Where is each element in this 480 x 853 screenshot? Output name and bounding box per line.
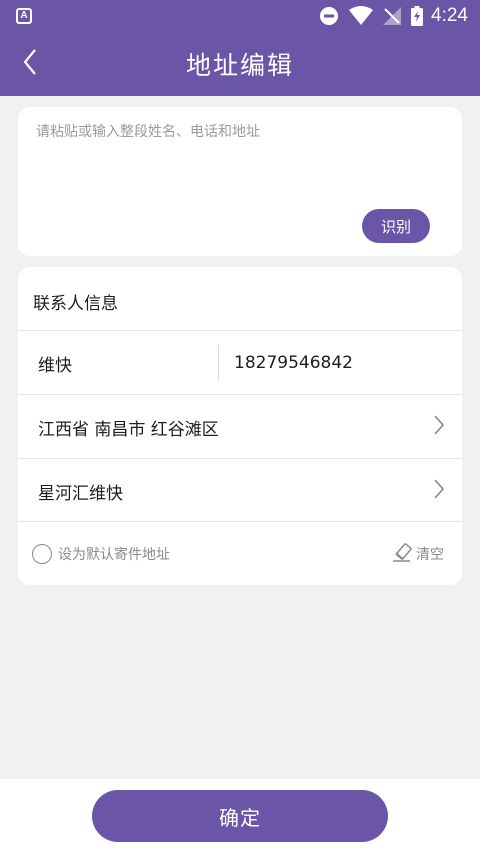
do-not-disturb-icon <box>319 6 339 26</box>
smart-paste-card: 识别 <box>18 107 462 256</box>
clear-button[interactable]: 清空 <box>392 541 444 567</box>
title-bar: 地址编辑 <box>0 32 480 96</box>
chevron-right-icon <box>434 479 445 503</box>
divider <box>18 330 462 331</box>
app-a-icon: A <box>16 8 32 24</box>
app-header: A 4:24 地址编辑 <box>0 0 480 96</box>
status-icons: 4:24 <box>309 4 468 28</box>
contact-info-card: 联系人信息 江西省 南昌市 红谷滩区 星河汇维快 设为默认寄件地址 <box>18 267 462 585</box>
bottom-action-bar: 确定 <box>0 779 480 853</box>
status-bar: A 4:24 <box>0 0 480 32</box>
region-value: 江西省 南昌市 红谷滩区 <box>38 420 219 440</box>
clear-label: 清空 <box>416 547 444 563</box>
default-address-label: 设为默认寄件地址 <box>58 547 170 563</box>
wifi-icon <box>349 6 374 26</box>
region-selector[interactable]: 江西省 南昌市 红谷滩区 <box>18 395 462 457</box>
eraser-icon <box>392 542 412 566</box>
name-field[interactable] <box>38 349 208 377</box>
recognize-button[interactable]: 识别 <box>362 209 430 243</box>
detail-address-row[interactable]: 星河汇维快 <box>18 459 462 521</box>
chevron-right-icon <box>434 415 445 439</box>
confirm-button[interactable]: 确定 <box>92 790 388 842</box>
detail-address-value: 星河汇维快 <box>38 484 123 504</box>
default-address-radio[interactable] <box>32 544 52 564</box>
page-title: 地址编辑 <box>185 51 294 80</box>
section-title: 联系人信息 <box>33 294 118 314</box>
no-signal-icon <box>383 7 402 25</box>
smart-paste-input[interactable] <box>36 121 446 201</box>
field-separator <box>218 345 219 381</box>
phone-field[interactable] <box>234 349 444 377</box>
clock-time: 4:24 <box>431 5 468 26</box>
divider <box>18 521 462 522</box>
battery-icon <box>411 6 424 26</box>
